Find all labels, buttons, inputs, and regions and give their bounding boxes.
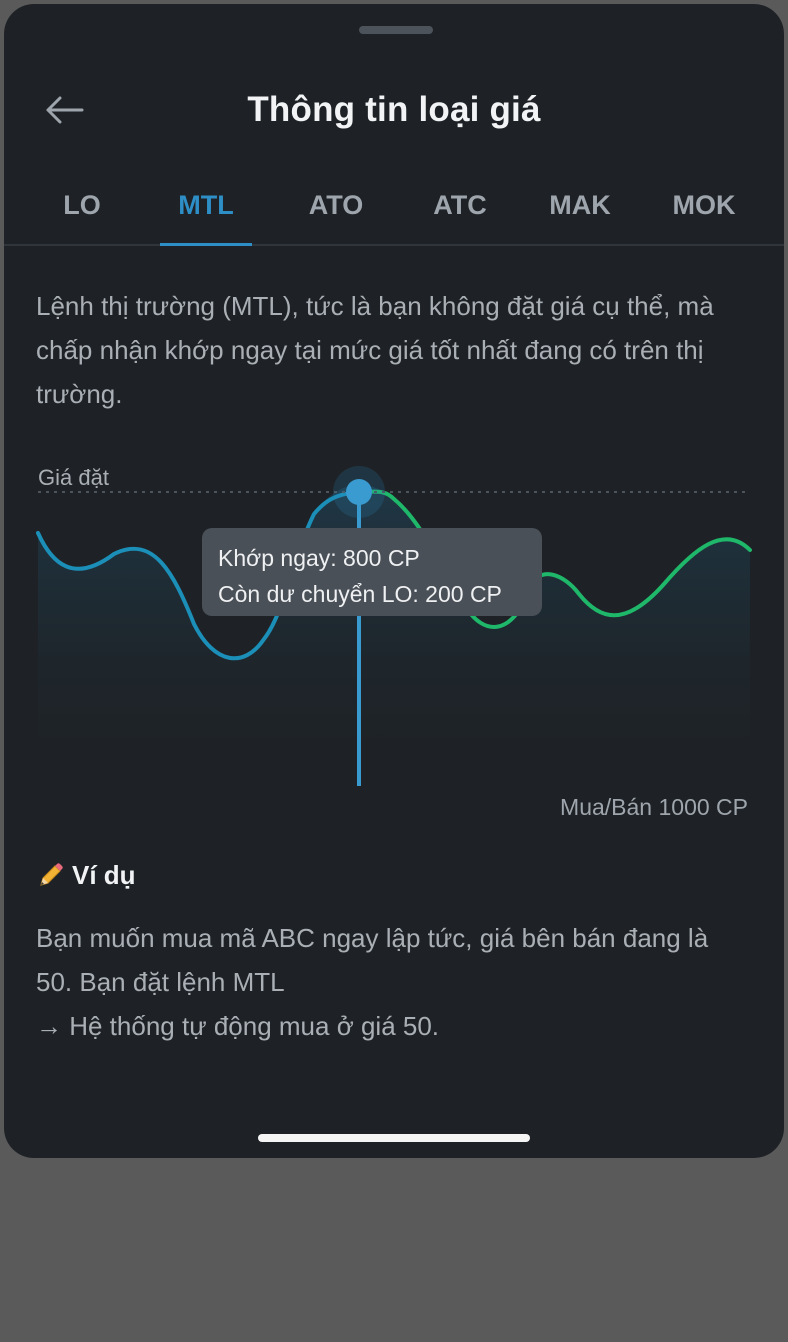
drag-handle[interactable] [359, 26, 433, 34]
tab-ato[interactable]: ATO [286, 170, 386, 244]
tab-mtl[interactable]: MTL [160, 170, 252, 244]
volume-label: Mua/Bán 1000 CP [560, 794, 748, 820]
price-type-tabs: LO MTL ATO ATC MAK MOK [4, 170, 784, 246]
chart-area-fill [38, 484, 750, 764]
tab-lo[interactable]: LO [32, 170, 132, 244]
price-marker [346, 479, 372, 505]
example-line-2: → Hệ thống tự động mua ở giá 50. [36, 1011, 440, 1041]
home-indicator [258, 1134, 530, 1142]
example-line-1: Bạn muốn mua mã ABC ngay lập tức, giá bê… [36, 923, 709, 997]
pencil-icon [36, 862, 64, 890]
tooltip-remaining: Còn dư chuyển LO: 200 CP [218, 581, 502, 607]
active-tab-indicator [160, 243, 252, 246]
order-illustration-chart [36, 466, 752, 786]
tab-mok[interactable]: MOK [654, 170, 754, 244]
tooltip-matched: Khớp ngay: 800 CP [218, 545, 420, 571]
price-type-sheet: Thông tin loại giá LO MTL ATO ATC MAK MO… [4, 4, 784, 1158]
match-tooltip: Khớp ngay: 800 CP Còn dư chuyển LO: 200 … [202, 528, 542, 616]
tab-atc[interactable]: ATC [410, 170, 510, 244]
example-heading-text: Ví dụ [72, 860, 136, 890]
order-price-label: Giá đặt [38, 465, 109, 490]
example-heading: Ví dụ [36, 860, 136, 891]
example-body: Bạn muốn mua mã ABC ngay lập tức, giá bê… [36, 916, 746, 1048]
price-type-description: Lệnh thị trường (MTL), tức là bạn không … [36, 291, 714, 409]
page-title: Thông tin loại giá [247, 90, 541, 129]
tab-mak[interactable]: MAK [530, 170, 630, 244]
